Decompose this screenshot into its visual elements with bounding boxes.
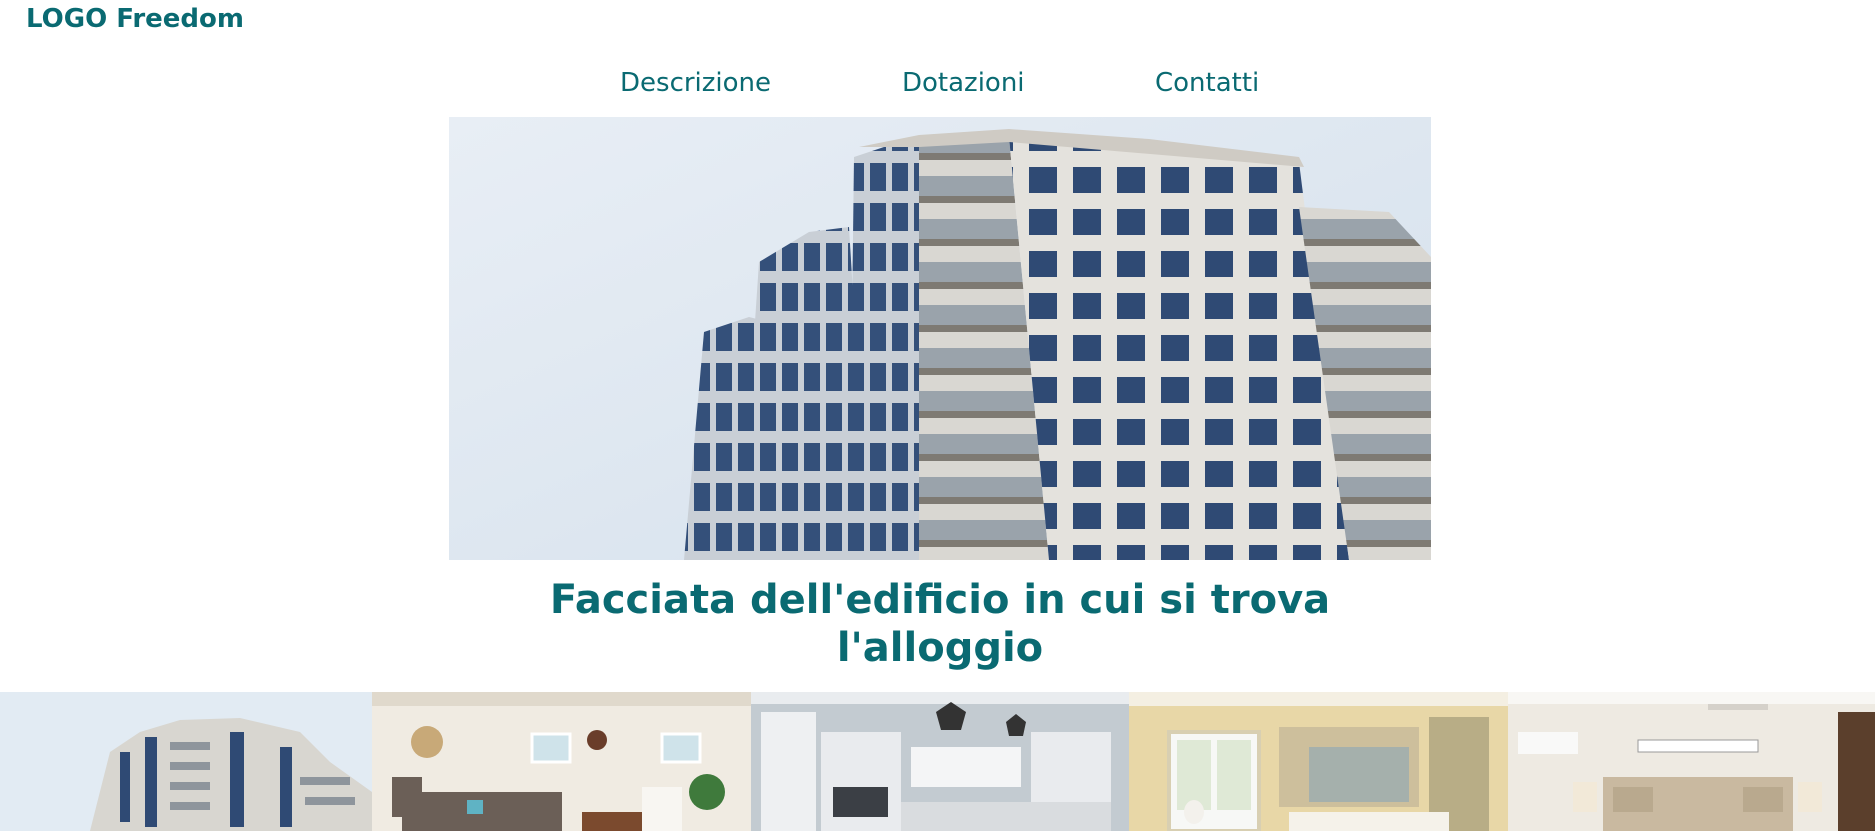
nav-item-contatti[interactable]: Contatti [1155, 68, 1259, 98]
hero-image [449, 117, 1431, 560]
nav-item-dotazioni[interactable]: Dotazioni [902, 68, 1025, 98]
hero-caption: Facciata dell'edificio in cui si trova l… [549, 577, 1331, 671]
nav-item-descrizione[interactable]: Descrizione [620, 68, 771, 98]
main-nav: Descrizione Dotazioni Contatti [0, 68, 1875, 104]
thumbnail-living-room[interactable] [372, 692, 751, 831]
thumbnail-kitchen[interactable] [751, 692, 1129, 831]
thumbnail-bedroom[interactable] [1508, 692, 1875, 831]
logo-link[interactable]: LOGO Freedom [26, 4, 244, 34]
thumbnail-gallery [0, 692, 1875, 831]
thumbnail-bathroom[interactable] [1129, 692, 1508, 831]
thumbnail-facade[interactable] [0, 692, 372, 831]
building-facade-illustration [449, 117, 1431, 560]
